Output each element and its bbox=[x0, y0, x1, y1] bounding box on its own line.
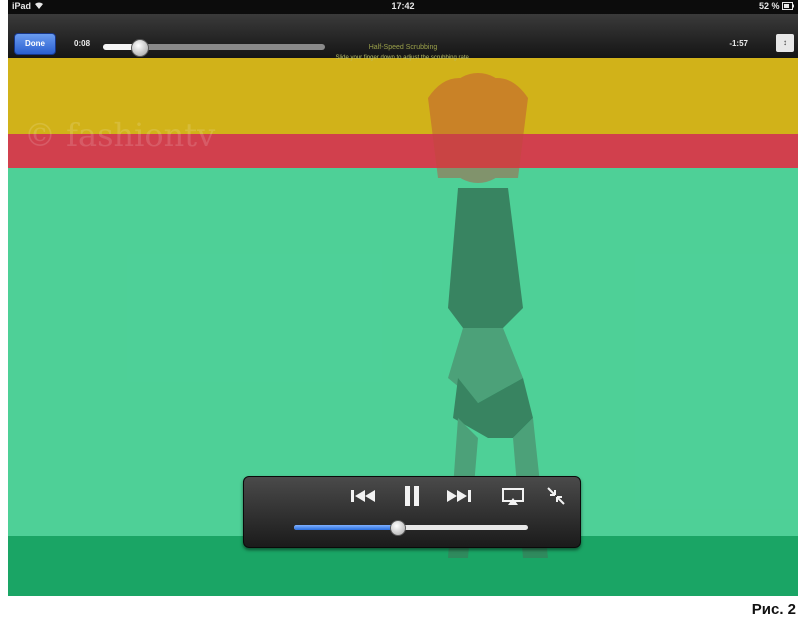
scrubbing-speed-title: Half-Speed Scrubbing bbox=[368, 44, 438, 51]
battery-icon bbox=[782, 2, 794, 10]
ipad-screen: iPad 17:42 52 % Done 0:08 -1:57 ↕ © fash… bbox=[8, 0, 798, 596]
exit-fullscreen-icon[interactable] bbox=[544, 482, 568, 510]
pause-icon[interactable] bbox=[400, 482, 424, 510]
volume-fill bbox=[294, 525, 397, 530]
volume-slider[interactable] bbox=[294, 520, 528, 536]
video-area[interactable]: © fashiontv bbox=[8, 58, 798, 596]
playback-controls bbox=[243, 476, 581, 548]
player-top-bar: Done 0:08 -1:57 ↕ bbox=[8, 14, 798, 58]
figure-caption: Рис. 2 bbox=[751, 601, 796, 618]
channel-watermark: © fashiontv bbox=[24, 116, 216, 154]
airplay-icon[interactable] bbox=[500, 482, 526, 510]
status-right: 52 % bbox=[759, 1, 794, 11]
scrubbing-speed-hint: Slide your finger down to adjust the scr… bbox=[335, 55, 471, 61]
next-track-icon[interactable] bbox=[444, 482, 474, 510]
status-time: 17:42 bbox=[391, 1, 415, 11]
previous-track-icon[interactable] bbox=[348, 482, 378, 510]
battery-percent: 52 % bbox=[758, 1, 780, 11]
status-bar: iPad 17:42 52 % bbox=[8, 0, 798, 14]
volume-thumb[interactable] bbox=[389, 520, 406, 536]
